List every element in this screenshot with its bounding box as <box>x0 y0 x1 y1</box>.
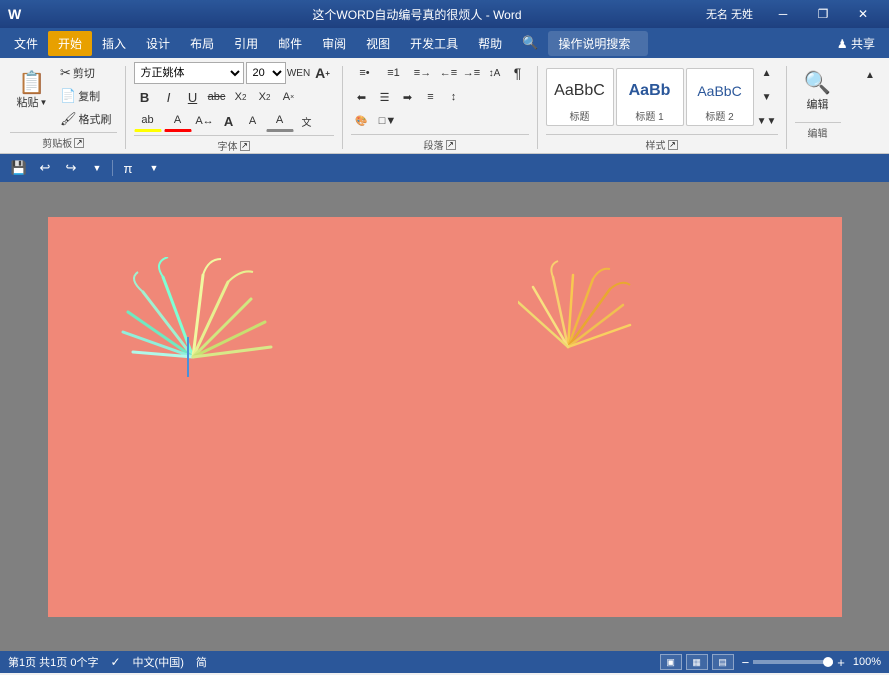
customize-more-button[interactable]: ▼ <box>143 157 165 179</box>
ribbon-collapse-button[interactable]: ▲ <box>859 64 881 86</box>
format-painter-button[interactable]: 🖌 格式刷 <box>55 108 117 130</box>
align-right-button[interactable]: ➡ <box>397 86 419 108</box>
input-mode: 简 <box>196 654 207 670</box>
menu-item-review[interactable]: 审阅 <box>312 31 356 56</box>
font-label: 字体 <box>218 138 238 153</box>
justify-button[interactable]: ≡ <box>420 86 442 108</box>
customize-button[interactable]: ▼ <box>86 157 108 179</box>
line-spacing-button[interactable]: ↕ <box>443 86 465 108</box>
menu-item-file[interactable]: 文件 <box>4 31 48 56</box>
align-left-button[interactable]: ⬅ <box>351 86 373 108</box>
increase-size-button[interactable]: A <box>218 110 240 132</box>
clipboard-label: 剪贴板 <box>42 135 72 150</box>
show-hide-button[interactable]: ¶ <box>507 62 529 84</box>
firework-center <box>518 247 668 397</box>
superscript-button[interactable]: X2 <box>254 86 276 108</box>
align-center-button[interactable]: ☰ <box>374 86 396 108</box>
shading-button[interactable]: 🎨 <box>351 110 373 132</box>
title-bar: W 这个WORD自动编号真的很烦人 - Word 无名 无姓 ─ ❐ ✕ <box>0 0 889 28</box>
view-button-3[interactable]: ▤ <box>712 654 734 670</box>
search-icon: 🔍 <box>512 31 548 55</box>
styles-label: 样式 <box>646 137 666 152</box>
share-button[interactable]: ♟ 共享 <box>827 31 885 56</box>
text-highlight-button[interactable]: ab <box>134 110 162 132</box>
numbered-list-button[interactable]: ≡1 <box>380 62 408 84</box>
zoom-slider[interactable] <box>753 660 833 664</box>
pinyin-button[interactable]: 文 <box>296 110 318 132</box>
bold-button[interactable]: B <box>134 86 156 108</box>
page-info: 第1页 共1页 0个字 <box>8 654 98 670</box>
word-icon: W <box>8 6 21 22</box>
menu-item-design[interactable]: 设计 <box>136 31 180 56</box>
undo-button[interactable]: ↩ <box>34 157 56 179</box>
firework-left <box>108 257 278 427</box>
close-button[interactable]: ✕ <box>845 0 881 28</box>
subscript-button[interactable]: X2 <box>230 86 252 108</box>
restore-button[interactable]: ❐ <box>805 0 841 28</box>
zoom-in-button[interactable]: + <box>837 655 845 670</box>
ribbon: 📋 粘贴▼ ✂ 剪切 📄 复制 🖌 <box>0 58 889 154</box>
minimize-button[interactable]: ─ <box>765 0 801 28</box>
font-color2-button[interactable]: A <box>266 110 294 132</box>
menu-item-developer[interactable]: 开发工具 <box>400 31 468 56</box>
styles-scroll-down[interactable]: ▼ <box>756 86 778 108</box>
font-color-button[interactable]: A <box>164 110 192 132</box>
font-expand-icon[interactable]: ↗ <box>240 141 250 151</box>
strikethrough-button[interactable]: abc <box>206 86 228 108</box>
cut-button[interactable]: ✂ 剪切 <box>55 62 117 84</box>
styles-expand-icon[interactable]: ↗ <box>668 140 678 150</box>
menu-item-home[interactable]: 开始 <box>48 31 92 56</box>
paste-button[interactable]: 📋 粘贴▼ <box>10 62 54 120</box>
font-size-dialog-icon[interactable]: WEN <box>288 62 310 84</box>
menu-item-help[interactable]: 帮助 <box>468 31 512 56</box>
search-operations-input[interactable]: 操作说明搜索 <box>548 31 648 56</box>
style-item-heading1[interactable]: AaBb 标题 1 <box>616 68 684 126</box>
clear-format-button[interactable]: A× <box>278 86 300 108</box>
window-title: 这个WORD自动编号真的很烦人 - Word <box>128 6 706 23</box>
style-item-normal[interactable]: AaBbC 标题 <box>546 68 614 126</box>
font-family-select[interactable]: 方正姚体 <box>134 62 244 84</box>
underline-button[interactable]: U <box>182 86 204 108</box>
styles-expand[interactable]: ▼▼ <box>756 110 778 132</box>
status-bar: 第1页 共1页 0个字 ✓ 中文(中国) 简 ▣ ▦ ▤ − + 100% <box>0 651 889 673</box>
quick-access-toolbar: 💾 ↩ ↪ ▼ π ▼ <box>0 154 889 182</box>
menu-bar: 文件 开始 插入 设计 布局 引用 邮件 审阅 视图 开发工具 帮助 🔍 操作说… <box>0 28 889 58</box>
style-item-heading2[interactable]: AaBbC 标题 2 <box>686 68 754 126</box>
redo-button[interactable]: ↪ <box>60 157 82 179</box>
copy-button[interactable]: 📄 复制 <box>55 85 117 107</box>
decrease-size-button[interactable]: A <box>242 110 264 132</box>
styles-scroll-up[interactable]: ▲ <box>756 62 778 84</box>
view-button-2[interactable]: ▦ <box>686 654 708 670</box>
char-spacing-button[interactable]: A↔ <box>194 110 216 132</box>
touch-mode-button[interactable]: π <box>117 157 139 179</box>
menu-item-view[interactable]: 视图 <box>356 31 400 56</box>
document-area[interactable]: 左键 <box>0 182 889 651</box>
zoom-out-button[interactable]: − <box>742 655 750 670</box>
paragraph-label: 段落 <box>424 137 444 152</box>
sort-button[interactable]: ↕A <box>484 62 506 84</box>
italic-button[interactable]: I <box>158 86 180 108</box>
paragraph-expand-icon[interactable]: ↗ <box>446 140 456 150</box>
multilevel-list-button[interactable]: ≡→ <box>409 62 437 84</box>
increase-indent-button[interactable]: →≡ <box>461 62 483 84</box>
zoom-level[interactable]: 100% <box>853 656 881 668</box>
save-button[interactable]: 💾 <box>8 157 30 179</box>
view-button-1[interactable]: ▣ <box>660 654 682 670</box>
increase-font-size-button[interactable]: A+ <box>312 62 334 84</box>
border-button[interactable]: □▼ <box>374 110 402 132</box>
menu-item-references[interactable]: 引用 <box>224 31 268 56</box>
editing-label: 编辑 <box>808 125 828 140</box>
menu-item-layout[interactable]: 布局 <box>180 31 224 56</box>
editing-button[interactable]: 🔍 编辑 <box>795 62 841 120</box>
decrease-indent-button[interactable]: ←≡ <box>438 62 460 84</box>
bullet-list-button[interactable]: ≡• <box>351 62 379 84</box>
lang-label[interactable]: 中文(中国) <box>133 654 184 670</box>
user-info: 无名 无姓 <box>706 6 753 22</box>
check-icon: ✓ <box>110 655 120 669</box>
menu-item-insert[interactable]: 插入 <box>92 31 136 56</box>
document-page[interactable]: 左键 <box>48 217 842 617</box>
font-size-select[interactable]: 20 <box>246 62 286 84</box>
clipboard-expand-icon[interactable]: ↗ <box>74 138 84 148</box>
menu-item-mailings[interactable]: 邮件 <box>268 31 312 56</box>
